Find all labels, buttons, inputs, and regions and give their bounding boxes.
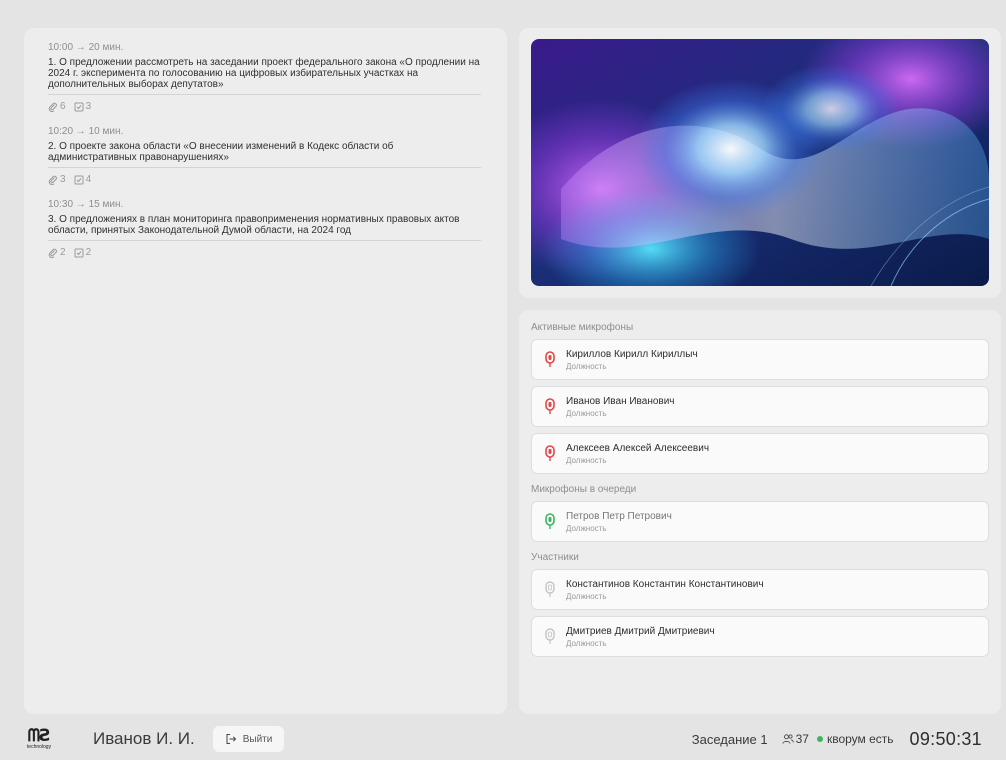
logo-mark: ᗰƧ — [27, 725, 52, 746]
quorum-text: кворум есть — [826, 732, 894, 746]
microphone-icon — [545, 512, 555, 529]
person-role: Должность — [566, 638, 607, 648]
paperclip-icon — [48, 102, 57, 112]
agenda-item[interactable]: 10:00 → 20 мин. 1. О предложении рассмот… — [48, 42, 483, 112]
queue-microphones-label: Микрофоны в очереди — [531, 484, 637, 495]
person-role: Должность — [566, 408, 607, 418]
person-name: Петров Петр Петрович — [566, 510, 672, 522]
participant-card[interactable]: Константинов Константин Константинович Д… — [531, 569, 989, 610]
microphone-icon — [545, 627, 555, 644]
session-status: Заседание 1 37 кворум есть 09:50:31 — [692, 729, 982, 750]
people-icon — [782, 734, 794, 744]
tasks-count: 2 — [74, 247, 92, 258]
person-role: Должность — [566, 361, 607, 371]
agenda-item-meta: 6 3 — [48, 101, 483, 112]
microphone-icon — [545, 444, 555, 461]
queue-microphone-card[interactable]: Петров Петр Петрович Должность — [531, 501, 989, 542]
logo: ᗰƧ technology — [24, 725, 54, 750]
clock: 09:50:31 — [909, 728, 982, 749]
tasks-count-value: 2 — [85, 247, 92, 258]
paperclip-icon — [48, 175, 57, 185]
attachments-count: 6 — [48, 101, 66, 112]
logo-subtitle: technology — [26, 743, 52, 750]
person-name: Кириллов Кирилл Кириллыч — [566, 348, 698, 360]
attachments-count: 3 — [48, 174, 66, 185]
media-panel — [519, 28, 1001, 298]
participants-count-value: 37 — [795, 732, 809, 746]
checkbox-icon — [74, 102, 84, 111]
agenda-item-title: 2. О проекте закона области «О внесении … — [48, 141, 481, 168]
agenda-panel: 10:00 → 20 мин. 1. О предложении рассмот… — [24, 28, 507, 714]
person-role: Должность — [566, 455, 607, 465]
active-microphone-card[interactable]: Иванов Иван Иванович Должность — [531, 386, 989, 427]
participant-card[interactable]: Дмитриев Дмитрий Дмитриевич Должность — [531, 616, 989, 657]
agenda-item-time: 10:30 → 15 мин. — [48, 199, 124, 210]
tasks-count: 4 — [74, 174, 92, 185]
tasks-count-value: 4 — [85, 174, 92, 185]
agenda-item-title: 1. О предложении рассмотреть на заседани… — [48, 57, 481, 95]
person-info: Дмитриев Дмитрий Дмитриевич Должность — [566, 626, 715, 648]
quorum-dot-icon — [816, 736, 823, 742]
person-info: Алексеев Алексей Алексеевич Должность — [566, 443, 709, 465]
microphone-icon — [545, 580, 555, 597]
bottom-bar: ᗰƧ technology Иванов И. И. Выйти Заседан… — [0, 718, 1006, 760]
person-role: Должность — [566, 591, 607, 601]
active-microphone-card[interactable]: Алексеев Алексей Алексеевич Должность — [531, 433, 989, 474]
microphone-icon — [545, 397, 555, 414]
attachments-count-value: 3 — [60, 174, 66, 185]
person-name: Алексеев Алексей Алексеевич — [566, 442, 710, 454]
agenda-item[interactable]: 10:20 → 10 мин. 2. О проекте закона обла… — [48, 126, 483, 185]
quorum-status: кворум есть — [816, 732, 894, 746]
checkbox-icon — [74, 248, 84, 257]
person-name: Дмитриев Дмитрий Дмитриевич — [566, 625, 715, 637]
logout-button-label: Выйти — [242, 733, 273, 745]
agenda-item-title: 3. О предложениях в план мониторинга пра… — [48, 214, 481, 241]
presentation-image — [531, 39, 989, 286]
agenda-item-meta: 3 4 — [48, 174, 483, 185]
participants-label: Участники — [531, 552, 579, 563]
logout-icon — [226, 734, 236, 744]
participants-count: 37 — [782, 732, 809, 746]
session-name: Заседание 1 — [691, 731, 768, 747]
person-name: Иванов Иван Иванович — [566, 395, 675, 407]
paperclip-icon — [48, 248, 57, 258]
attachments-count-value: 6 — [60, 101, 66, 112]
agenda-item[interactable]: 10:30 → 15 мин. 3. О предложениях в план… — [48, 199, 483, 258]
person-info: Иванов Иван Иванович Должность — [566, 396, 675, 418]
microphones-panel: Активные микрофоны Кириллов Кирилл Кирил… — [519, 310, 1001, 714]
agenda-item-time: 10:20 → 10 мин. — [48, 126, 124, 137]
person-role: Должность — [566, 523, 607, 533]
active-microphone-card[interactable]: Кириллов Кирилл Кириллыч Должность — [531, 339, 989, 380]
tasks-count-value: 3 — [85, 101, 92, 112]
agenda-item-meta: 2 2 — [48, 247, 483, 258]
checkbox-icon — [74, 175, 84, 184]
microphone-icon — [545, 350, 555, 367]
logout-button[interactable]: Выйти — [212, 726, 285, 752]
attachments-count-value: 2 — [60, 247, 66, 258]
person-info: Константинов Константин Константинович Д… — [566, 579, 764, 601]
agenda-item-time: 10:00 → 20 мин. — [48, 42, 124, 53]
user-name: Иванов И. И. — [93, 729, 195, 748]
person-name: Константинов Константин Константинович — [566, 578, 764, 590]
attachments-count: 2 — [48, 247, 66, 258]
tasks-count: 3 — [74, 101, 92, 112]
active-microphones-label: Активные микрофоны — [531, 322, 634, 333]
person-info: Кириллов Кирилл Кириллыч Должность — [566, 349, 698, 371]
person-info: Петров Петр Петрович Должность — [566, 511, 672, 533]
